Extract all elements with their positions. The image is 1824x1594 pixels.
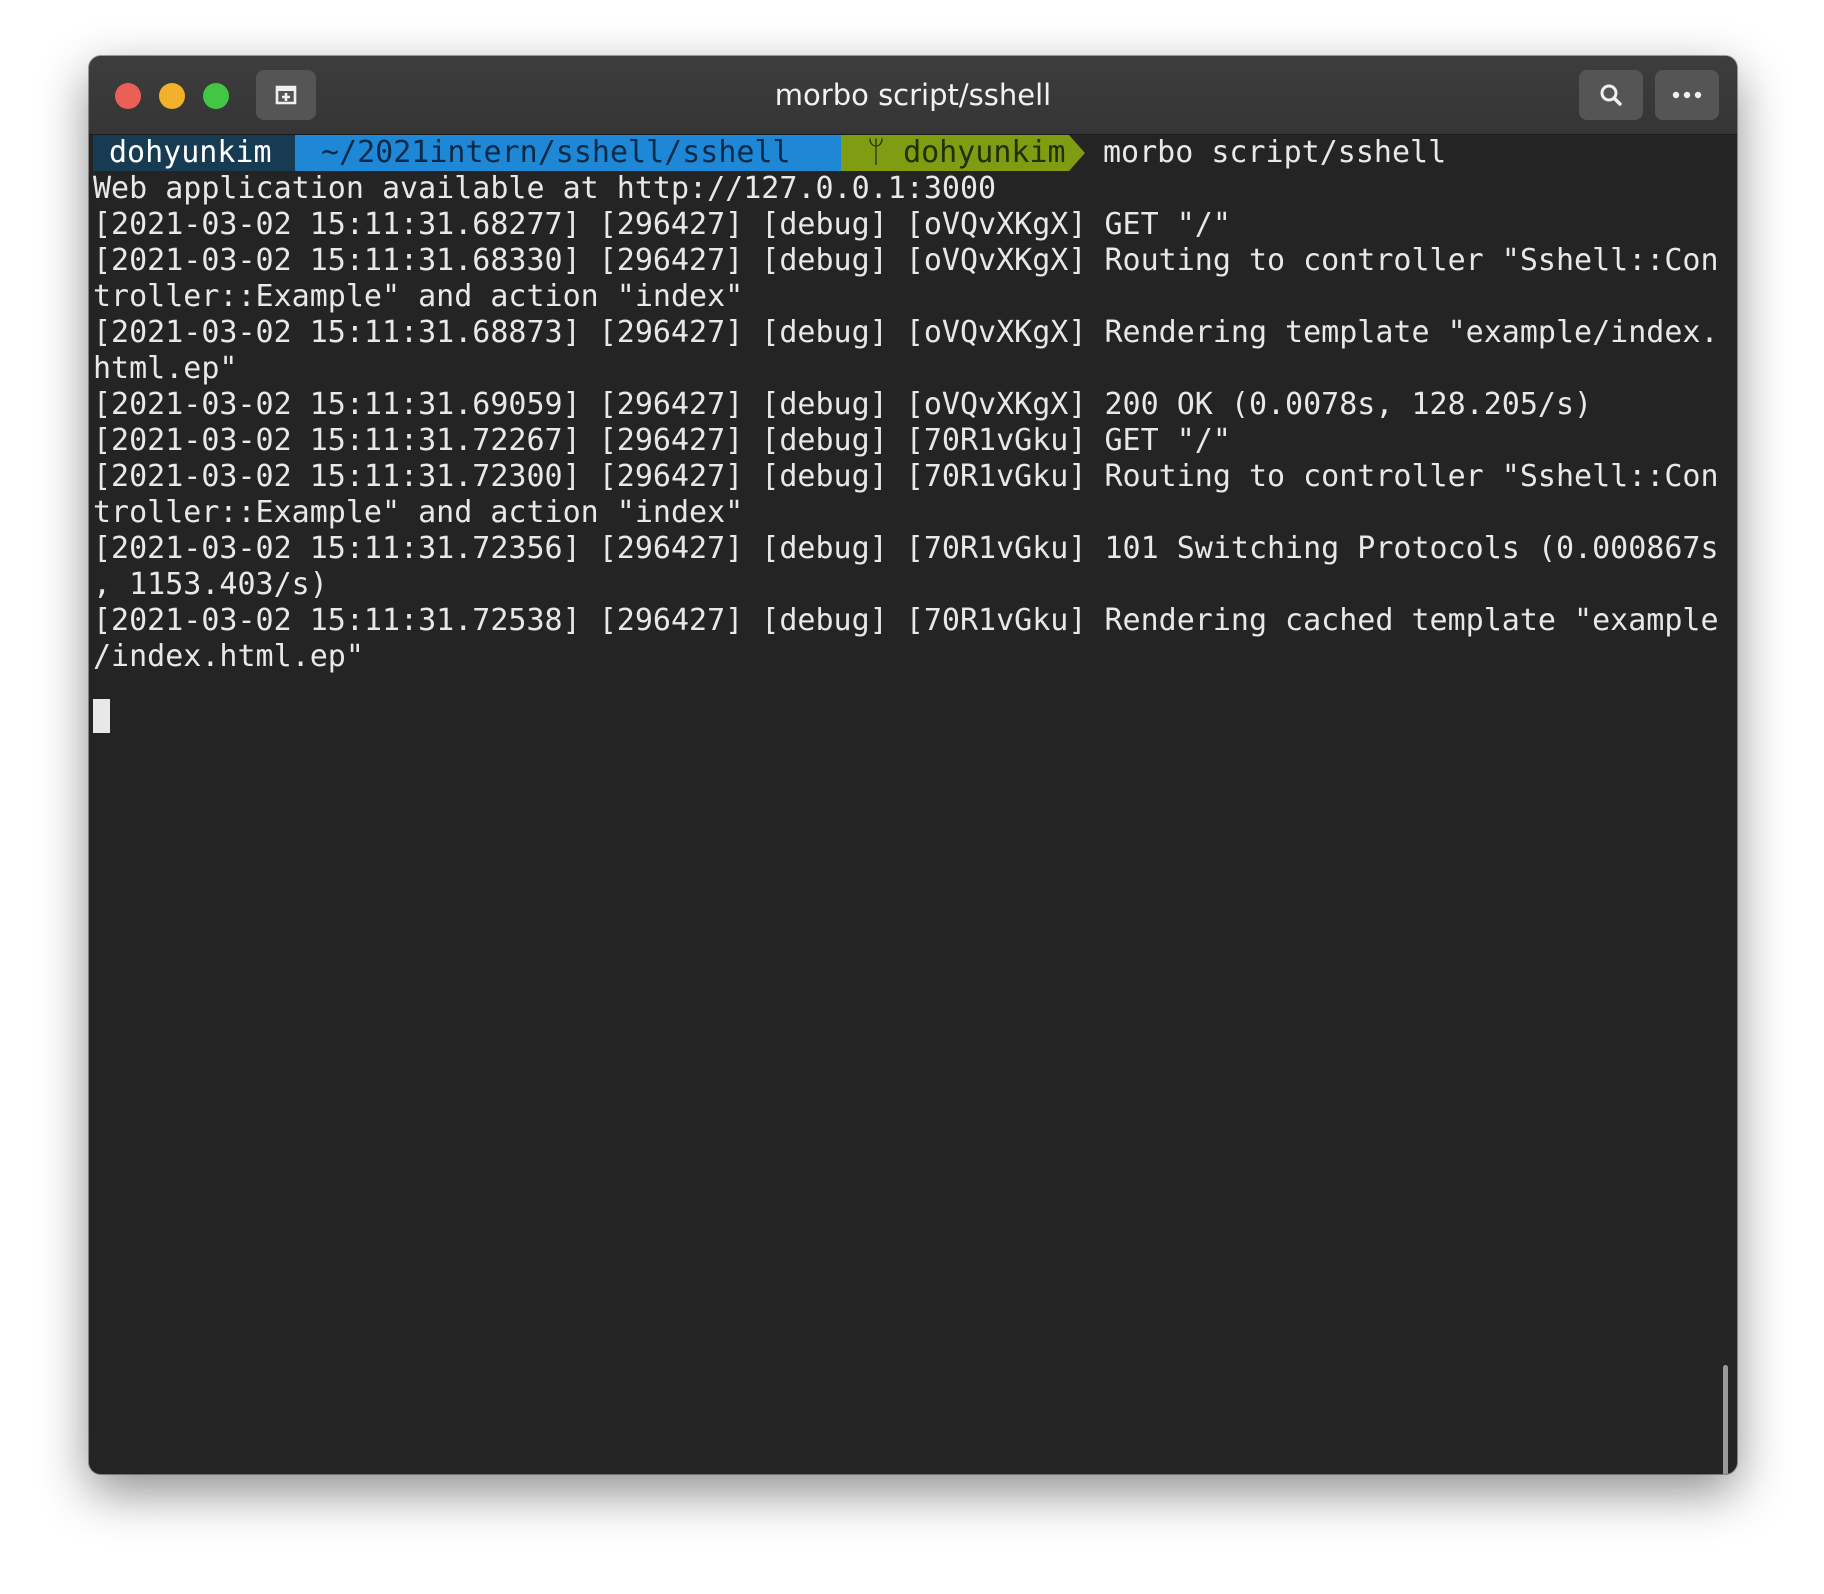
output-line: [2021-03-02 15:11:31.68330] [296427] [de…: [93, 243, 1719, 278]
branch-icon: ᛘ: [867, 135, 885, 170]
search-button[interactable]: [1579, 70, 1643, 120]
text-cursor: [93, 699, 110, 733]
output-line: troller::Example" and action "index": [93, 279, 744, 314]
output-line: [2021-03-02 15:11:31.72267] [296427] [de…: [93, 423, 1231, 458]
output-line: Web application available at http://127.…: [93, 171, 997, 206]
prompt-git: ᛘ dohyunkim: [841, 135, 1069, 171]
output-line: [2021-03-02 15:11:31.72538] [296427] [de…: [93, 603, 1719, 638]
title-bar[interactable]: morbo script/sshell: [89, 56, 1737, 135]
output-line: [2021-03-02 15:11:31.68873] [296427] [de…: [93, 315, 1719, 350]
output-line: /index.html.ep": [93, 639, 364, 674]
prompt-user: dohyunkim: [93, 135, 295, 171]
output-line: [2021-03-02 15:11:31.69059] [296427] [de…: [93, 387, 1593, 422]
prompt-separator: [1069, 135, 1085, 171]
output-line: [2021-03-02 15:11:31.72356] [296427] [de…: [93, 531, 1719, 566]
search-icon: [1600, 84, 1622, 106]
minimize-icon[interactable]: [159, 83, 185, 109]
prompt-command: morbo script/sshell: [1103, 135, 1447, 170]
shell-prompt: dohyunkim ~/2021intern/sshell/sshell ᛘ d…: [93, 135, 1446, 171]
close-icon[interactable]: [115, 83, 141, 109]
scrollbar[interactable]: [1723, 1365, 1728, 1474]
more-icon: [1672, 91, 1702, 99]
prompt-path: ~/2021intern/sshell/sshell: [295, 135, 841, 171]
maximize-icon[interactable]: [203, 83, 229, 109]
output-line: [2021-03-02 15:11:31.72300] [296427] [de…: [93, 459, 1719, 494]
menu-button[interactable]: [1655, 70, 1719, 120]
output-line: , 1153.403/s): [93, 567, 328, 602]
prompt-branch: dohyunkim: [903, 135, 1066, 170]
output-line: troller::Example" and action "index": [93, 495, 744, 530]
new-tab-button[interactable]: [256, 70, 316, 120]
new-tab-icon: [275, 85, 297, 105]
output-line: html.ep": [93, 351, 238, 386]
terminal-window: morbo script/sshell dohyunkim ~/2021inte…: [89, 56, 1737, 1474]
terminal-output[interactable]: dohyunkim ~/2021intern/sshell/sshell ᛘ d…: [89, 135, 1737, 1474]
window-title: morbo script/sshell: [774, 78, 1052, 112]
output-line: [2021-03-02 15:11:31.68277] [296427] [de…: [93, 207, 1231, 242]
